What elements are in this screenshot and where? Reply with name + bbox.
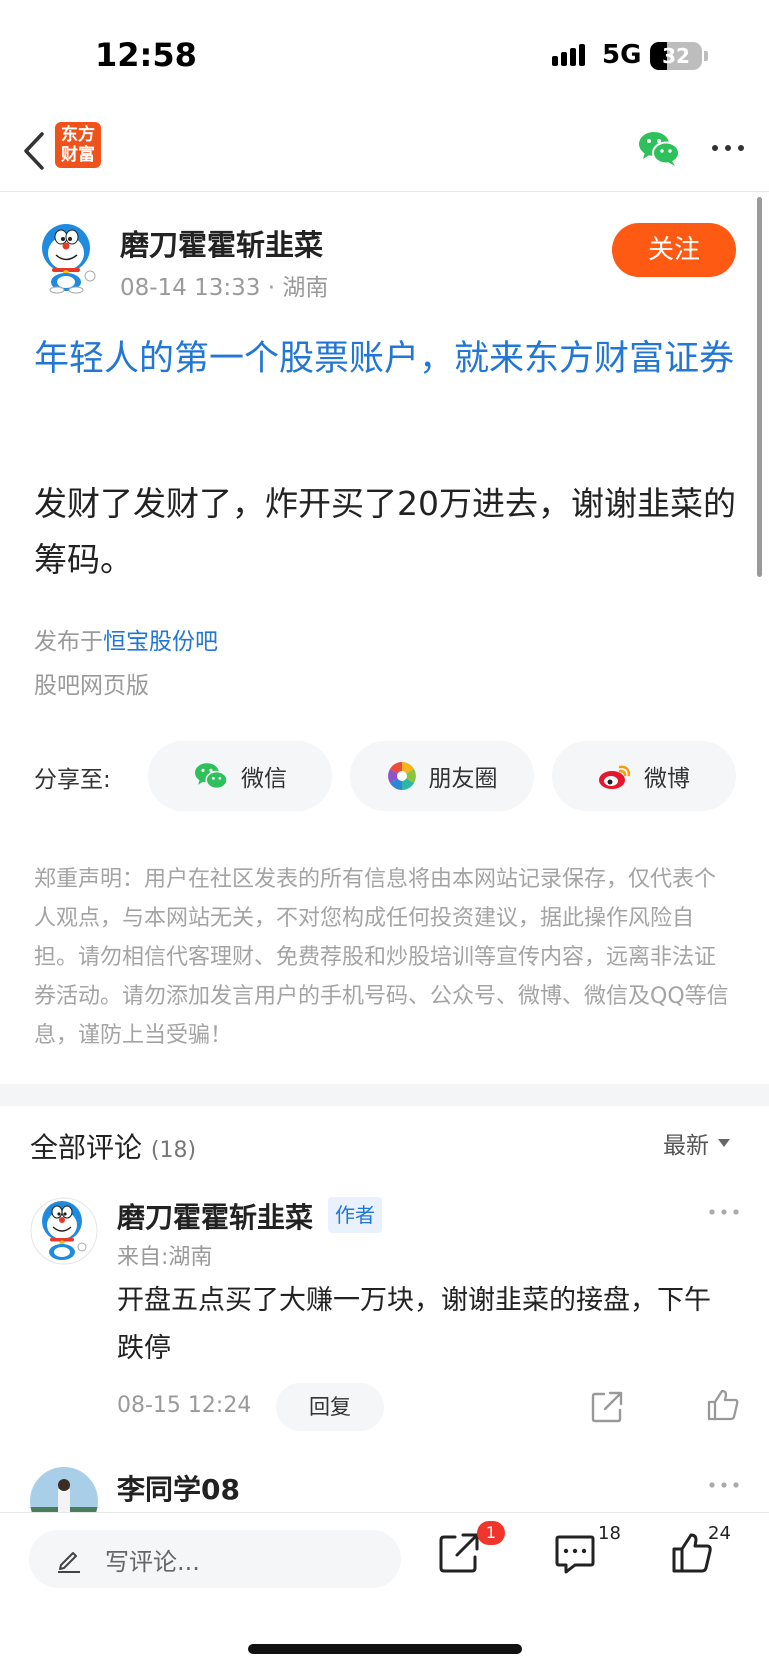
bottom-action-bar: 写评论... 1 18 24 <box>0 1512 769 1665</box>
comments-header: 全部评论 (18) <box>30 1126 196 1166</box>
like-count: 24 <box>708 1523 731 1544</box>
pencil-icon <box>58 1552 80 1573</box>
share-wechat-button[interactable]: 微信 <box>148 741 332 811</box>
comment-author-name[interactable]: 磨刀霍霍斩韭菜 <box>117 1196 313 1236</box>
comment-input[interactable]: 写评论... <box>29 1530 401 1588</box>
sort-label: 最新 <box>663 1133 709 1159</box>
more-icon[interactable] <box>707 1479 741 1491</box>
share-badge: 1 <box>477 1521 505 1545</box>
caret-down-icon <box>718 1139 730 1147</box>
like-icon[interactable] <box>706 1388 740 1422</box>
weibo-icon <box>599 765 631 789</box>
post-meta: 08-14 13:33 · 湖南 <box>120 275 329 301</box>
battery-percent: 32 <box>662 44 690 68</box>
share-moments-label: 朋友圈 <box>428 766 498 792</box>
logo-line-2: 财富 <box>61 145 95 165</box>
eastmoney-logo[interactable]: 东方 财富 <box>55 122 101 168</box>
comment-location: 来自:湖南 <box>117 1245 213 1270</box>
author-name[interactable]: 磨刀霍霍斩韭菜 <box>120 222 323 264</box>
more-icon[interactable] <box>708 138 748 158</box>
status-time: 12:58 <box>95 36 197 74</box>
battery-tip <box>704 51 708 61</box>
comment-text: 开盘五点买了大赚一万块，谢谢韭菜的接盘，下午跌停 <box>117 1285 711 1364</box>
wechat-icon <box>195 763 228 790</box>
share-icon[interactable] <box>590 1390 624 1424</box>
comments-count: (18) <box>150 1138 197 1163</box>
published-in: 发布于恒宝股份吧 <box>34 622 218 656</box>
comment-avatar[interactable] <box>30 1195 98 1267</box>
reply-button[interactable]: 回复 <box>276 1383 384 1431</box>
wechat-icon[interactable] <box>637 128 681 168</box>
comment-icon[interactable] <box>553 1531 597 1575</box>
share-wechat-label: 微信 <box>241 766 287 792</box>
author-avatar[interactable] <box>34 222 102 294</box>
status-bar: 12:58 5G 32 <box>0 0 769 110</box>
author-badge: 作者 <box>328 1197 382 1233</box>
logo-line-1: 东方 <box>61 125 95 145</box>
comment-author-name[interactable]: 李同学08 <box>117 1468 240 1508</box>
moments-icon <box>387 762 416 790</box>
cellular-signal-icon <box>552 44 585 66</box>
battery-icon: 32 <box>650 42 702 70</box>
sort-dropdown[interactable]: 最新 <box>663 1126 731 1160</box>
comment-input-placeholder: 写评论... <box>105 1547 200 1576</box>
post-title-link[interactable]: 年轻人的第一个股票账户，就来东方财富证券 <box>34 332 744 387</box>
more-icon[interactable] <box>707 1206 741 1218</box>
back-chevron-icon[interactable] <box>14 126 54 176</box>
follow-button[interactable]: 关注 <box>612 223 736 277</box>
stock-bar-link[interactable]: 恒宝股份吧 <box>103 629 218 655</box>
scrollbar[interactable] <box>757 197 762 577</box>
top-nav-bar: 东方 财富 <box>0 110 769 192</box>
comment-count: 18 <box>598 1523 621 1544</box>
published-prefix: 发布于 <box>34 629 103 655</box>
share-icon[interactable] <box>437 1531 481 1575</box>
network-type: 5G <box>602 40 642 70</box>
share-moments-button[interactable]: 朋友圈 <box>350 741 534 811</box>
share-label: 分享至: <box>34 767 111 793</box>
home-indicator <box>248 1644 522 1654</box>
section-divider <box>0 1084 769 1106</box>
disclaimer: 郑重声明：用户在社区发表的所有信息将由本网站记录保存，仅代表个人观点，与本网站无… <box>34 867 729 1048</box>
share-weibo-label: 微博 <box>644 766 690 792</box>
comment-time: 08-15 12:24 <box>117 1393 252 1418</box>
post-body: 发财了发财了，炸开买了20万进去，谢谢韭菜的筹码。 <box>34 484 736 579</box>
comments-title: 全部评论 <box>30 1131 143 1164</box>
post-source: 股吧网页版 <box>34 673 149 699</box>
share-weibo-button[interactable]: 微博 <box>552 741 736 811</box>
